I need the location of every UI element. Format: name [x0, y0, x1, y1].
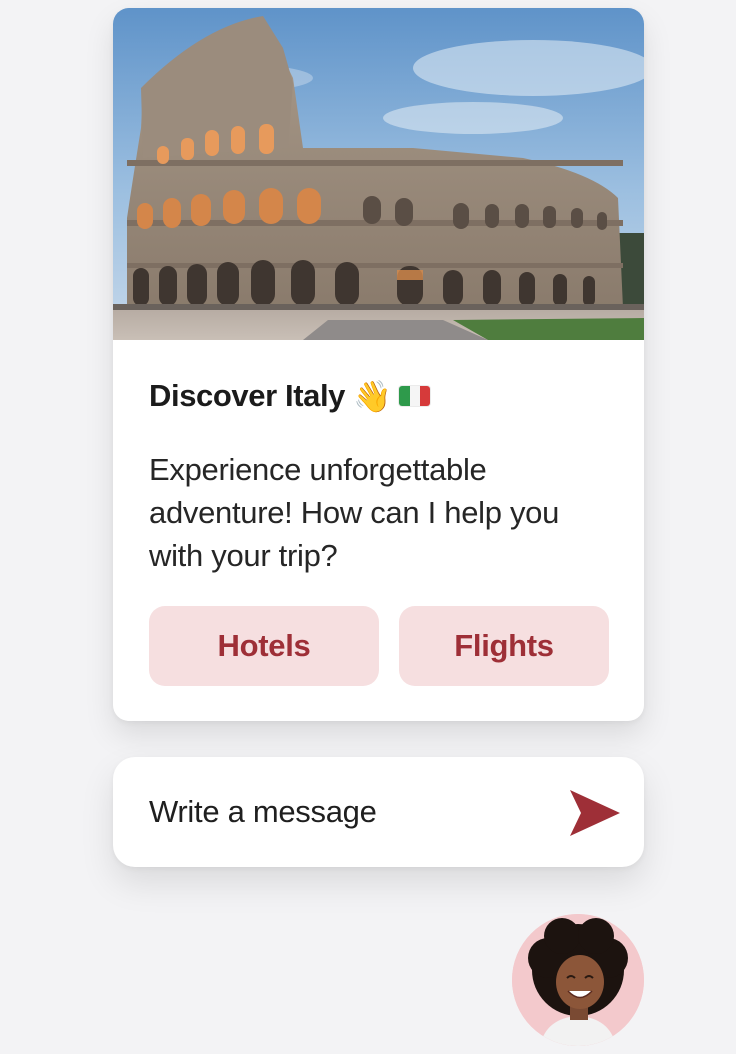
- italy-flag-icon: [399, 386, 431, 406]
- flights-button[interactable]: Flights: [399, 606, 609, 686]
- agent-avatar[interactable]: [512, 914, 644, 1046]
- message-input[interactable]: [149, 785, 549, 839]
- message-composer: [113, 757, 644, 867]
- card-title-text: Discover Italy: [149, 378, 346, 413]
- welcome-card: Discover Italy 👋 Experience unforgettabl…: [113, 8, 644, 721]
- send-button[interactable]: [565, 785, 625, 841]
- colosseum-image: [113, 8, 644, 340]
- waving-hand-icon: 👋: [353, 378, 392, 414]
- card-message: Experience unforgettable adventure! How …: [149, 452, 560, 573]
- hotels-button[interactable]: Hotels: [149, 606, 379, 686]
- card-title: Discover Italy 👋: [149, 378, 431, 414]
- send-icon: [570, 790, 620, 836]
